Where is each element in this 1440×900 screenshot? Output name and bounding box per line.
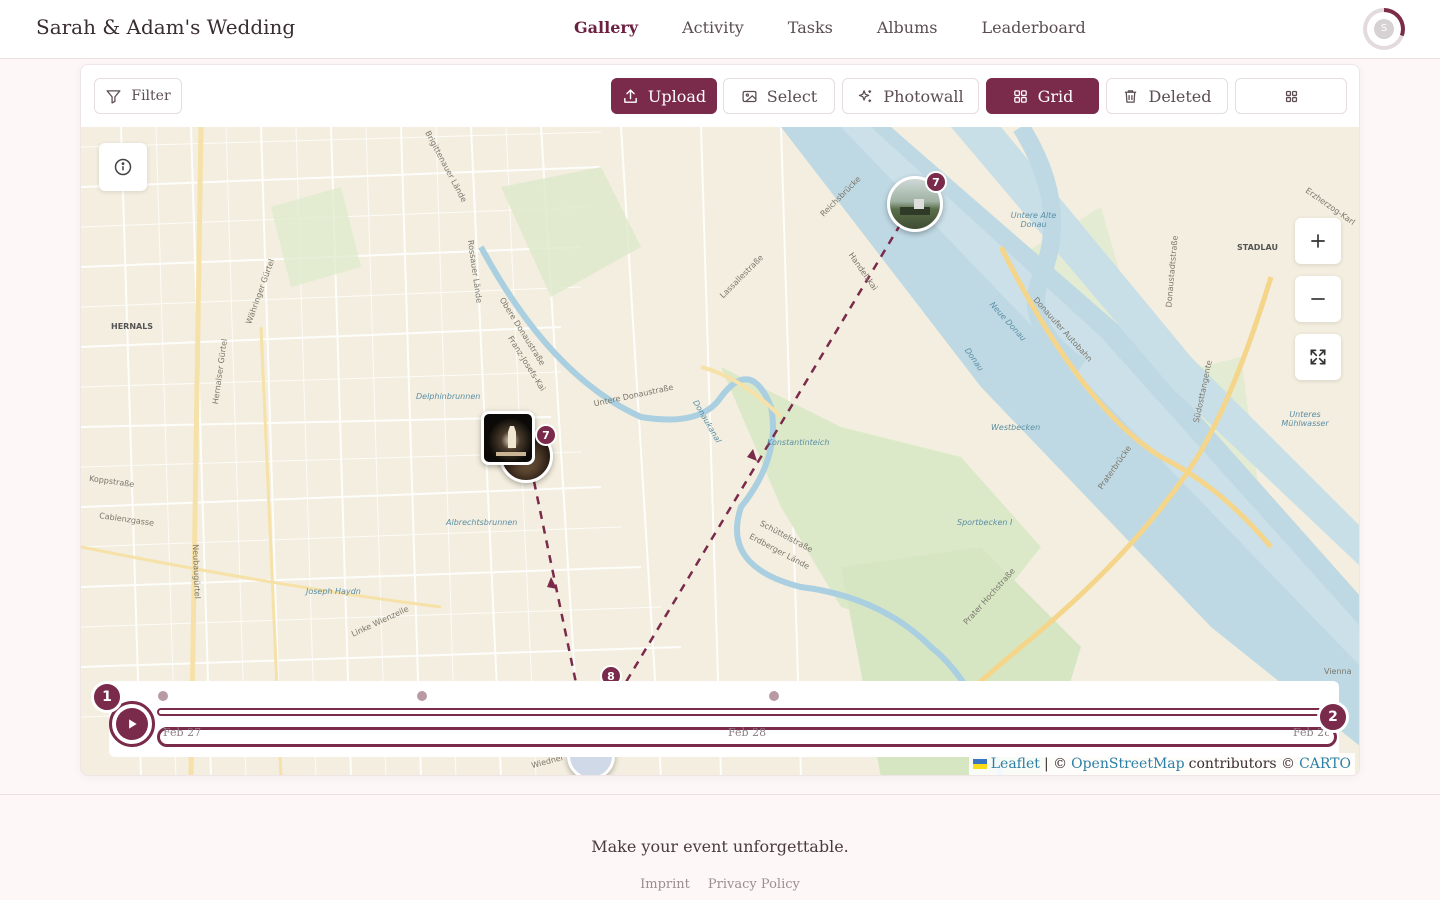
trash-icon: [1125, 89, 1137, 103]
zoom-in-button[interactable]: [1295, 218, 1341, 264]
map-label-delphinbrunnen: Delphinbrunnen: [416, 392, 481, 401]
attribution-contributors: contributors ©: [1188, 756, 1296, 772]
photo-count-badge: 7: [925, 171, 947, 193]
footer-divider: [0, 794, 1440, 795]
grid-button[interactable]: Grid: [986, 78, 1099, 114]
map-label-sportbecken: Sportbecken I: [957, 518, 1013, 527]
map-label-vienna: Vienna: [1324, 667, 1352, 676]
leaflet-link[interactable]: Leaflet: [991, 756, 1040, 772]
filter-icon: [106, 89, 121, 104]
nav-activity[interactable]: Activity: [682, 18, 744, 37]
imprint-link[interactable]: Imprint: [640, 877, 690, 892]
nav-leaderboard[interactable]: Leaderboard: [981, 18, 1085, 37]
zoom-out-button[interactable]: [1295, 276, 1341, 322]
info-icon: [114, 158, 132, 176]
image-icon: [742, 90, 757, 102]
timeline-date-start: Feb 27: [163, 726, 202, 739]
layout-toggle-button[interactable]: [1235, 78, 1347, 114]
nav-tasks[interactable]: Tasks: [788, 18, 833, 37]
photo-stack-thumbnail[interactable]: [481, 411, 535, 465]
map-label-untere-alte-donau: Untere Alte Donau: [1010, 211, 1057, 229]
timeline-slider[interactable]: Feb 27 Feb 28 Feb 28 1 2: [81, 681, 1359, 761]
avatar-initial: S: [1374, 19, 1394, 39]
map-label-joseph-haydn: Joseph Haydn: [306, 587, 361, 596]
photo-thumbnail-icon: [496, 426, 526, 456]
gallery-toolbar: Filter Upload Select Photowall Grid Dele…: [81, 65, 1359, 127]
gallery-map-card: Filter Upload Select Photowall Grid Dele…: [80, 64, 1360, 776]
attribution-separator: | ©: [1043, 756, 1068, 772]
timeline-marker[interactable]: [769, 691, 779, 701]
timeline-marker[interactable]: [417, 691, 427, 701]
privacy-policy-link[interactable]: Privacy Policy: [708, 877, 800, 892]
nav-gallery[interactable]: Gallery: [574, 18, 638, 37]
deleted-button[interactable]: Deleted: [1106, 78, 1228, 114]
grid-small-icon: [1285, 90, 1297, 102]
photowall-button[interactable]: Photowall: [842, 78, 979, 114]
sparkles-icon: [859, 89, 872, 102]
timeline-end-badge: 2: [1317, 701, 1349, 733]
timeline-track[interactable]: [157, 708, 1337, 716]
map-label-hernals: HERNALS: [111, 322, 154, 331]
photo-count-badge: 7: [535, 424, 557, 446]
filter-button[interactable]: Filter: [94, 78, 182, 114]
photowall-label: Photowall: [883, 86, 964, 106]
filter-label: Filter: [131, 88, 171, 104]
timeline-marker[interactable]: [158, 691, 168, 701]
map-label-konstantinteich: Konstantinteich: [767, 438, 830, 447]
map-label-unteres-muehlwasser: Unteres Mühlwasser: [1281, 410, 1329, 428]
select-button[interactable]: Select: [723, 78, 835, 114]
carto-link[interactable]: CARTO: [1299, 756, 1351, 772]
main-nav: Gallery Activity Tasks Albums Leaderboar…: [574, 18, 1130, 37]
timeline-start-badge: 1: [91, 681, 123, 713]
plus-icon: [1311, 234, 1325, 248]
play-button-inner: [116, 708, 148, 740]
deleted-label: Deleted: [1148, 86, 1212, 106]
map-tiles: [81, 127, 1359, 775]
expand-icon: [1310, 349, 1326, 365]
fullscreen-button[interactable]: [1295, 334, 1341, 380]
upload-label: Upload: [647, 86, 707, 106]
grid-icon: [1013, 89, 1027, 103]
play-icon: [129, 719, 137, 729]
photo-map[interactable]: HERNALS STADLAU Delphinbrunnen Albrechts…: [81, 127, 1359, 775]
select-label: Select: [766, 86, 818, 106]
map-label-neubauguertel: Neubaugürtel: [190, 543, 202, 600]
event-title[interactable]: Sarah & Adam's Wedding: [36, 15, 295, 39]
upload-icon: [623, 88, 637, 103]
upload-button[interactable]: Upload: [611, 78, 717, 114]
map-label-stadlau: STADLAU: [1237, 243, 1278, 252]
footer-links: Imprint Privacy Policy: [0, 877, 1440, 892]
map-label-albrechtsbrunnen: Albrechtsbrunnen: [446, 518, 518, 527]
map-attribution: Leaflet | © OpenStreetMap contributors ©…: [968, 753, 1355, 775]
osm-link[interactable]: OpenStreetMap: [1071, 756, 1185, 772]
nav-albums[interactable]: Albums: [877, 18, 938, 37]
footer-tagline: Make your event unforgettable.: [591, 837, 849, 856]
avatar: S: [1367, 12, 1401, 46]
map-info-button[interactable]: [99, 143, 147, 191]
grid-label: Grid: [1037, 86, 1074, 106]
user-avatar-button[interactable]: S: [1363, 8, 1405, 50]
map-label-westbecken: Westbecken: [991, 423, 1041, 432]
ukraine-flag-icon: [972, 759, 987, 769]
minus-icon: [1311, 298, 1325, 300]
timeline-date-mid: Feb 28: [728, 726, 767, 739]
top-header: Sarah & Adam's Wedding Gallery Activity …: [0, 0, 1440, 59]
